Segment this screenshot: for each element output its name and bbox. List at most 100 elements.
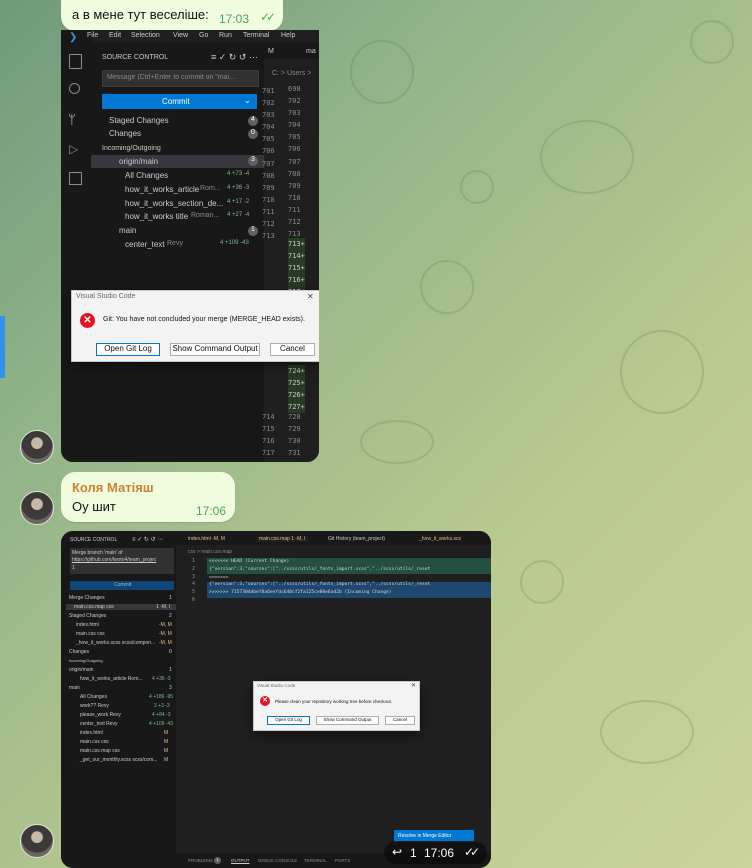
menu-terminal[interactable]: Terminal — [243, 32, 269, 39]
message-bubble[interactable]: Коля Матіяш Оу шит 17:06 — [61, 472, 235, 522]
tab-ports[interactable]: PORTS — [335, 858, 350, 863]
tree-item-label: center_text Revy — [80, 721, 118, 727]
message-bubble[interactable]: а в мене тут веселіше: 17:03 ✓✓ — [61, 0, 283, 31]
tree-item[interactable]: _get_our_monthly.scss scss/com... — [80, 757, 157, 763]
tree-item[interactable]: please_work Revy — [80, 712, 121, 718]
tree-item[interactable]: center_text Revy — [80, 721, 118, 727]
tab-problems[interactable]: PROBLEMS — [188, 858, 213, 863]
tree-item[interactable]: Merge Changes — [69, 595, 105, 601]
tree-item-label: how_it_works_article Rom... — [80, 676, 143, 682]
tab-debug-console[interactable]: DEBUG CONSOLE — [258, 858, 297, 863]
tree-item-label: origin/main — [69, 667, 94, 673]
tree-item[interactable]: how_it_works_article Rom... — [80, 676, 143, 682]
origin-row[interactable]: origin/main 3 — [91, 155, 264, 168]
avatar[interactable] — [20, 824, 54, 858]
commit-message-line: 1 — [72, 565, 75, 571]
explorer-icon[interactable] — [69, 54, 82, 69]
image-attachment[interactable]: SOURCE CONTROL ≡ ✓ ↻ ↺ ⋯ Merge branch 'm… — [61, 531, 491, 868]
search-icon[interactable] — [69, 83, 80, 94]
tree-item-label: Incoming/Outgoing — [69, 658, 103, 663]
code-line: {"version":3,"sources":["../scss/utils/_… — [209, 566, 431, 572]
tree-item[interactable]: index.html — [76, 622, 99, 628]
menu-help[interactable]: Help — [281, 32, 295, 39]
open-git-log-button[interactable]: Open Git Log — [96, 343, 160, 356]
tree-item[interactable]: Staged Changes — [69, 613, 106, 619]
menu-go[interactable]: Go — [199, 32, 208, 39]
tree-item[interactable]: main.css.map css — [80, 748, 120, 754]
commit-item-name[interactable]: how_it_works title — [125, 212, 188, 221]
chevron-down-icon[interactable]: ⌄ — [244, 96, 251, 105]
close-icon[interactable]: ✕ — [307, 292, 314, 301]
line-numbers-b: 698 702 703 704 705 706 707 708 709 710 711 712 713 — [288, 83, 301, 240]
menu-edit[interactable]: Edit — [109, 32, 121, 39]
tree-item[interactable]: _how_it_works.scss scss/compon... — [76, 640, 155, 646]
tab-terminal[interactable]: TERMINAL — [304, 858, 327, 863]
commit-message-input[interactable]: Message (Ctrl+Enter to commit on "mai... — [102, 70, 259, 87]
branch-main[interactable]: main — [119, 226, 136, 235]
menu-bar: File Edit Selection View Go Run Terminal… — [87, 30, 319, 43]
read-checks-icon: ✓✓ — [464, 845, 480, 859]
tab-how-it-works[interactable]: _how_it_works.scs — [419, 536, 461, 542]
tab-main-css-map[interactable]: main.css.map 1 -M, I — [256, 536, 309, 542]
cancel-button[interactable]: Cancel — [270, 343, 315, 356]
run-debug-icon[interactable]: ▷ — [69, 142, 78, 156]
tree-item-count: M — [164, 748, 169, 754]
tree-item[interactable]: origin/main — [69, 667, 93, 673]
tree-item-label: _get_our_monthly.scss scss/com... — [80, 757, 158, 763]
tree-item[interactable]: main.css css — [80, 739, 109, 745]
menu-selection[interactable]: Selection — [131, 32, 160, 39]
close-icon[interactable]: ✕ — [411, 682, 416, 689]
vscode-logo-icon: ❯ — [69, 32, 78, 43]
cancel-button[interactable]: Cancel — [385, 716, 415, 725]
center-text-commit[interactable]: center_text — [125, 240, 165, 249]
tree-item[interactable]: work?? Revy — [80, 703, 109, 709]
panel-actions[interactable]: ≡ ✓ ↻ ↺ ⋯ — [211, 52, 258, 63]
tree-item[interactable]: All Changes — [80, 694, 107, 700]
editor-tab[interactable]: M ma — [264, 43, 319, 59]
changes[interactable]: Changes — [109, 129, 141, 138]
line-numbers-d: 714 715 716 717 — [262, 411, 275, 459]
tree-item[interactable]: index.html — [80, 730, 103, 736]
show-command-output-button[interactable]: Show Command Output — [316, 716, 379, 725]
activity-bar: ❯ ᛘ ▷ — [61, 30, 91, 462]
reply-count: 1 — [410, 846, 417, 860]
open-git-log-button[interactable]: Open Git Log — [267, 716, 310, 725]
extensions-icon[interactable] — [69, 172, 82, 185]
image-attachment[interactable]: ❯ ᛘ ▷ File Edit Selection View Go Run Te… — [61, 30, 319, 462]
line-number: 726+ — [288, 391, 305, 400]
tree-item-label: main — [69, 685, 80, 691]
tab-git-history[interactable]: Git History (team_project) — [328, 536, 385, 542]
line-number: 701 — [262, 87, 275, 95]
menu-run[interactable]: Run — [219, 32, 232, 39]
line-number: 725+ — [288, 379, 305, 388]
show-command-output-button[interactable]: Show Command Output — [170, 343, 260, 356]
commit-item-name[interactable]: how_it_works_section_de... — [125, 199, 223, 208]
panel-actions[interactable]: ≡ ✓ ↻ ↺ ⋯ — [132, 536, 163, 543]
left-edge-indicator — [0, 316, 5, 378]
avatar[interactable] — [20, 430, 54, 464]
commit-item-name[interactable]: how_it_works_article — [125, 185, 199, 194]
line-number: 710 — [262, 195, 275, 204]
tab-index-html[interactable]: index.html -M, M — [188, 536, 225, 542]
sender-name[interactable]: Коля Матіяш — [72, 480, 154, 495]
staged-changes[interactable]: Staged Changes — [109, 116, 169, 125]
all-changes[interactable]: All Changes — [125, 171, 168, 180]
tab-output[interactable]: OUTPUT — [231, 858, 250, 863]
tree-item: Incoming/Outgoing — [69, 658, 103, 663]
source-control-icon[interactable]: ᛘ — [68, 112, 76, 127]
commit-button[interactable]: Commit ⌄ — [102, 94, 257, 109]
resolve-in-merge-editor-button[interactable]: Resolve in Merge Editor — [394, 830, 474, 841]
tree-item-count: -M, M — [159, 640, 172, 646]
menu-file[interactable]: File — [87, 32, 98, 39]
tree-item[interactable]: main.css css — [76, 631, 105, 637]
tree-item[interactable]: main — [69, 685, 80, 691]
menu-view[interactable]: View — [173, 32, 188, 39]
line-number: 3 — [192, 573, 196, 580]
tree-item[interactable]: Changes — [69, 649, 89, 655]
reply-icon[interactable]: ↩ — [392, 845, 402, 859]
commit-message-input[interactable]: Merge branch 'main' of https://github.co… — [70, 548, 174, 574]
dialog-message: Git: You have not concluded your merge (… — [103, 316, 305, 323]
commit-button[interactable]: Commit — [70, 581, 174, 590]
origin-count: 3 — [248, 156, 258, 166]
avatar[interactable] — [20, 491, 54, 525]
